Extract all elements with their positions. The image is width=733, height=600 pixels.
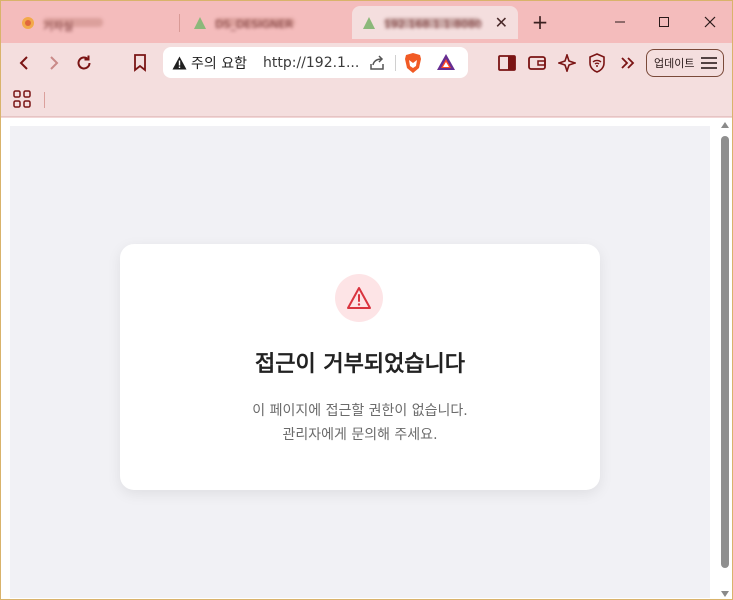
sidebar-icon — [498, 55, 516, 71]
address-bar-divider — [395, 55, 396, 71]
reload-icon — [77, 55, 91, 70]
chevron-double-right-icon — [621, 57, 635, 69]
url-text[interactable]: http://192.1... — [263, 55, 359, 71]
update-menu-button[interactable]: 업데이트 — [646, 49, 724, 77]
vertical-scrollbar[interactable] — [717, 118, 732, 599]
tab-title: 기자실 — [43, 18, 103, 33]
update-label: 업데이트 — [654, 57, 695, 70]
share-icon[interactable] — [368, 54, 386, 76]
tab-1[interactable]: 기자실 — [11, 6, 176, 39]
sparkle-icon — [558, 54, 576, 72]
shield-wifi-icon — [589, 53, 605, 73]
wallet-icon — [528, 56, 546, 70]
bookmark-button[interactable] — [128, 51, 152, 75]
leo-ai-button[interactable] — [555, 51, 579, 75]
forward-arrow-icon — [50, 56, 59, 70]
tab-2[interactable]: DS_DESIGNER — [183, 6, 348, 39]
vpn-button[interactable] — [585, 51, 609, 75]
sidebar-toggle-button[interactable] — [495, 51, 519, 75]
tab-title: 192.168.1.1:8080 — [384, 18, 483, 31]
error-message-line-2: 관리자에게 문의해 주세요. — [282, 427, 438, 443]
wallet-button[interactable] — [525, 51, 549, 75]
tab-favicon-icon — [22, 16, 34, 29]
back-button[interactable] — [12, 51, 36, 75]
maximize-icon — [659, 17, 669, 27]
bookmark-icon — [134, 54, 146, 72]
tab-favicon-icon — [194, 16, 206, 29]
hamburger-menu-icon — [701, 57, 717, 69]
tab-separator — [179, 14, 180, 32]
browser-window: 기자실 DS_DESIGNER 192.168.1.1:8080 ✕ + 주의 … — [0, 0, 733, 600]
tab-title: DS_DESIGNER — [215, 18, 295, 31]
error-message: 이 페이지에 접근할 권한이 없습니다. 관리자에게 문의해 주세요. — [120, 399, 600, 447]
close-icon — [704, 16, 716, 28]
tab-strip: 기자실 DS_DESIGNER 192.168.1.1:8080 ✕ + — [1, 1, 732, 43]
scroll-up-arrow-icon[interactable] — [721, 122, 729, 128]
navigation-toolbar: 주의 요함 http://192.1... 업데이트 — [1, 43, 732, 83]
bookmarks-separator — [44, 92, 45, 108]
address-bar[interactable]: 주의 요함 http://192.1... — [163, 47, 468, 78]
brave-rewards-icon[interactable] — [436, 53, 456, 75]
scroll-down-arrow-icon[interactable] — [721, 591, 729, 597]
security-warning-label[interactable]: 주의 요함 — [191, 53, 247, 73]
reload-button[interactable] — [72, 51, 96, 75]
access-denied-card: 접근이 거부되었습니다 이 페이지에 접근할 권한이 없습니다. 관리자에게 문… — [120, 244, 600, 490]
minimize-icon — [615, 21, 625, 23]
page-background: 접근이 거부되었습니다 이 페이지에 접근할 권한이 없습니다. 관리자에게 문… — [10, 126, 710, 598]
error-message-line-1: 이 페이지에 접근할 권한이 없습니다. — [252, 403, 468, 419]
brave-shields-icon[interactable] — [403, 52, 423, 78]
alert-badge — [335, 274, 383, 322]
tab-favicon-icon — [363, 16, 375, 29]
page-viewport: 접근이 거부되었습니다 이 페이지에 접근할 권한이 없습니다. 관리자에게 문… — [1, 118, 732, 599]
minimize-button[interactable] — [597, 7, 643, 37]
back-arrow-icon — [19, 56, 28, 70]
warning-icon[interactable] — [171, 55, 187, 71]
new-tab-button[interactable]: + — [529, 11, 551, 33]
apps-grid-icon[interactable] — [13, 90, 31, 112]
forward-button[interactable] — [42, 51, 66, 75]
tab-3-active[interactable]: 192.168.1.1:8080 ✕ — [352, 6, 518, 39]
bookmarks-bar — [1, 83, 732, 117]
tab-close-icon[interactable]: ✕ — [495, 13, 508, 32]
more-tools-button[interactable] — [615, 51, 639, 75]
warning-triangle-icon — [347, 287, 371, 309]
scrollbar-thumb[interactable] — [721, 136, 729, 568]
error-title: 접근이 거부되었습니다 — [254, 352, 466, 377]
close-window-button[interactable] — [687, 7, 732, 37]
maximize-button[interactable] — [641, 7, 687, 37]
